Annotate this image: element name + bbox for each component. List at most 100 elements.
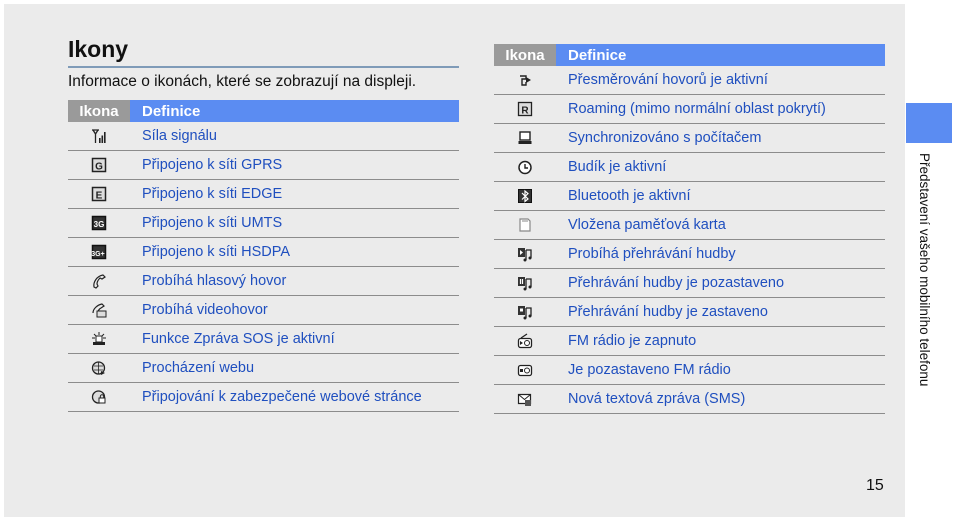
svg-text:3G: 3G	[94, 220, 105, 229]
table-row: Přehrávání hudby je zastaveno	[494, 297, 885, 327]
table-row: Budík je aktivní	[494, 152, 885, 182]
table-row: Probíhá hlasový hovor	[68, 266, 459, 296]
music-paused-icon	[517, 275, 533, 291]
umts-icon: 3G	[91, 215, 107, 231]
icon-cell: 3G+	[68, 237, 130, 267]
hsdpa-icon: 3G+	[91, 244, 107, 260]
icon-cell	[494, 239, 556, 269]
table-row: 3G+ Připojeno k síti HSDPA	[68, 237, 459, 267]
icon-cell: R	[494, 94, 556, 124]
table-row: FM rádio je zapnuto	[494, 326, 885, 356]
voice-call-icon	[91, 273, 107, 289]
table-row: Funkce Zpráva SOS je aktivní	[68, 324, 459, 354]
table-row: Probíhá videohovor	[68, 295, 459, 325]
title-divider	[68, 66, 459, 68]
icon-cell	[68, 324, 130, 354]
icon-cell	[494, 268, 556, 298]
definition-text: Přehrávání hudby je pozastaveno	[556, 268, 885, 298]
icon-cell	[68, 353, 130, 383]
icon-cell	[68, 122, 130, 151]
page-number: 15	[866, 477, 884, 494]
definition-text: Přesměrování hovorů je aktivní	[556, 66, 885, 95]
svg-text:R: R	[521, 106, 529, 117]
definition-text: Připojeno k síti UMTS	[130, 208, 459, 238]
icon-cell: 3G	[68, 208, 130, 238]
table-row: E Připojeno k síti EDGE	[68, 179, 459, 209]
header-definition: Definice	[130, 100, 459, 122]
video-call-icon	[91, 302, 107, 318]
table-header-row: Ikona Definice	[494, 44, 885, 66]
section-tab	[906, 103, 952, 143]
call-forwarding-icon	[517, 72, 533, 88]
pc-sync-icon	[517, 130, 533, 146]
icon-cell	[494, 123, 556, 153]
definition-text: Síla signálu	[130, 122, 459, 151]
header-icon: Ikona	[494, 44, 556, 66]
definition-text: Bluetooth je aktivní	[556, 181, 885, 211]
fm-radio-on-icon	[517, 333, 533, 349]
definition-text: Budík je aktivní	[556, 152, 885, 182]
definition-text: FM rádio je zapnuto	[556, 326, 885, 356]
section-label: Představení vašeho mobilního telefonu	[917, 153, 932, 387]
definition-text: Synchronizováno s počítačem	[556, 123, 885, 153]
left-icon-table: Ikona Definice Síla signálu G Připojeno k …	[68, 100, 459, 412]
definition-text: Přehrávání hudby je zastaveno	[556, 297, 885, 327]
table-row: Připojování k zabezpečené webové stránce	[68, 382, 459, 412]
definition-text: Je pozastaveno FM rádio	[556, 355, 885, 385]
table-row: Procházení webu	[68, 353, 459, 383]
icon-cell	[494, 210, 556, 240]
definition-text: Procházení webu	[130, 353, 459, 383]
icon-cell	[494, 181, 556, 211]
icon-cell	[68, 382, 130, 412]
icon-cell	[494, 152, 556, 182]
icon-cell	[494, 326, 556, 356]
table-header-row: Ikona Definice	[68, 100, 459, 122]
definition-text: Nová textová zpráva (SMS)	[556, 384, 885, 414]
icon-cell	[494, 66, 556, 95]
table-row: G Připojeno k síti GPRS	[68, 150, 459, 180]
music-playing-icon	[517, 246, 533, 262]
icon-cell	[494, 384, 556, 414]
right-icon-table: Ikona Definice Přesměrování hovorů je ak…	[494, 44, 885, 414]
definition-text: Roaming (mimo normální oblast pokrytí)	[556, 94, 885, 124]
table-row: Síla signálu	[68, 122, 459, 151]
icon-cell: E	[68, 179, 130, 209]
icon-cell	[68, 266, 130, 296]
svg-text:3G+: 3G+	[91, 251, 104, 258]
secure-web-icon	[91, 389, 107, 405]
signal-strength-icon	[91, 128, 107, 144]
table-row: Je pozastaveno FM rádio	[494, 355, 885, 385]
bluetooth-icon	[517, 188, 533, 204]
definition-text: Připojeno k síti EDGE	[130, 179, 459, 209]
table-row: Nová textová zpráva (SMS)	[494, 384, 885, 414]
table-row: 3G Připojeno k síti UMTS	[68, 208, 459, 238]
svg-text:G: G	[95, 162, 103, 173]
intro-text: Informace o ikonách, které se zobrazují …	[68, 73, 417, 90]
table-row: R Roaming (mimo normální oblast pokrytí)	[494, 94, 885, 124]
sos-icon	[91, 331, 107, 347]
table-row: Přesměrování hovorů je aktivní	[494, 66, 885, 95]
table-row: Vložena paměťová karta	[494, 210, 885, 240]
fm-radio-paused-icon	[517, 362, 533, 378]
table-row: Přehrávání hudby je pozastaveno	[494, 268, 885, 298]
definition-text: Vložena paměťová karta	[556, 210, 885, 240]
definition-text: Připojování k zabezpečené webové stránce	[130, 382, 459, 412]
edge-icon: E	[91, 186, 107, 202]
table-row: Bluetooth je aktivní	[494, 181, 885, 211]
icon-cell: G	[68, 150, 130, 180]
definition-text: Probíhá hlasový hovor	[130, 266, 459, 296]
definition-text: Připojeno k síti GPRS	[130, 150, 459, 180]
header-definition: Definice	[556, 44, 885, 66]
new-sms-icon	[517, 391, 533, 407]
icon-cell	[68, 295, 130, 325]
definition-text: Funkce Zpráva SOS je aktivní	[130, 324, 459, 354]
icon-cell	[494, 355, 556, 385]
roaming-icon: R	[517, 101, 533, 117]
definition-text: Probíhá videohovor	[130, 295, 459, 325]
alarm-icon	[517, 159, 533, 175]
table-row: Synchronizováno s počítačem	[494, 123, 885, 153]
definition-text: Připojeno k síti HSDPA	[130, 237, 459, 267]
svg-text:E: E	[96, 191, 103, 202]
memory-card-icon	[517, 217, 533, 233]
table-row: Probíhá přehrávání hudby	[494, 239, 885, 269]
